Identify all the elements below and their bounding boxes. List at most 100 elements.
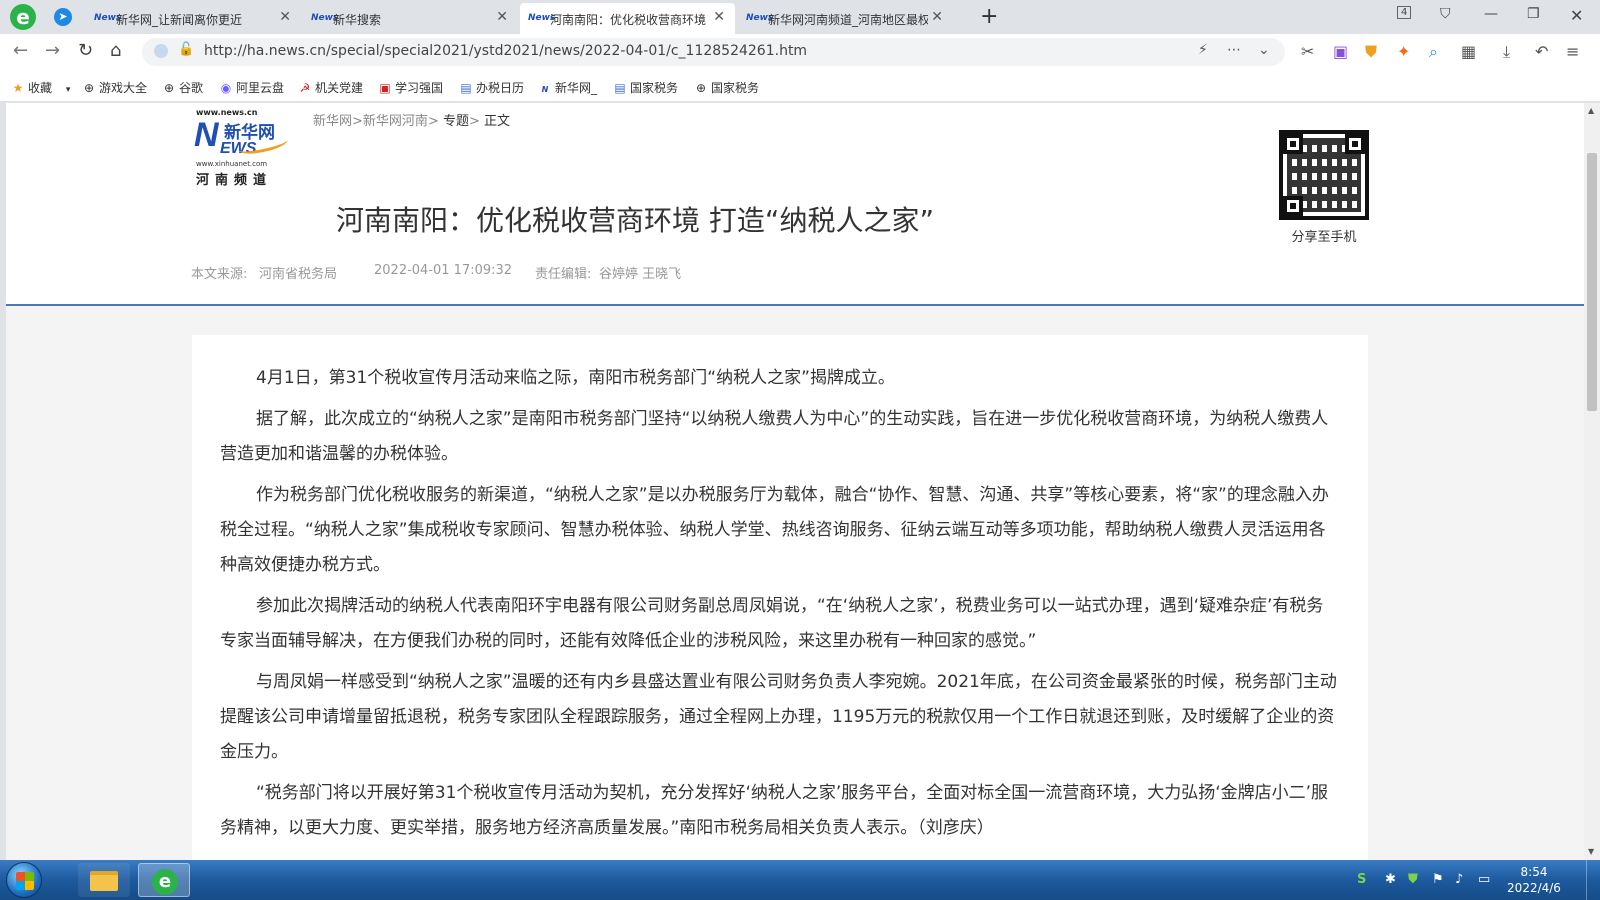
minimize-button[interactable]: —: [1484, 6, 1498, 22]
tray-shield-icon[interactable]: ⛊: [1408, 872, 1418, 887]
bookmark-tax-calendar[interactable]: ▤ 办税日历: [459, 79, 524, 96]
clock-time: 8:54: [1520, 865, 1548, 879]
bookmark-google[interactable]: ⊕ 谷歌: [162, 79, 203, 96]
bookmark-favorites[interactable]: ★ 收藏 ▾: [11, 79, 71, 96]
home-button[interactable]: ⌂: [110, 40, 121, 61]
tax-icon: ▤: [614, 81, 626, 95]
breadcrumb-separator: >: [427, 114, 439, 129]
qr-finder: [1283, 134, 1303, 154]
taskbar-explorer[interactable]: [78, 863, 130, 897]
game-icon[interactable]: ✦: [1397, 42, 1410, 61]
caret-down-icon[interactable]: ▾: [66, 85, 71, 95]
shirt-icon[interactable]: ⛉: [1440, 6, 1451, 22]
browser-logo-icon[interactable]: e: [10, 4, 36, 30]
tab-title: 河南南阳：优化税收营商环境: [550, 13, 707, 27]
qr-finder: [1283, 196, 1303, 216]
news-icon: N: [541, 85, 549, 94]
bookmark-label: 阿里云盘: [236, 81, 285, 95]
bookmark-tax-1[interactable]: ▤ 国家税务: [613, 79, 678, 96]
address-bar[interactable]: 🔓 http://ha.news.cn/special/special2021/…: [142, 38, 1285, 66]
scissors-icon[interactable]: ✂: [1301, 42, 1314, 61]
tray-volume-icon[interactable]: ♪: [1455, 872, 1463, 887]
breadcrumb-section[interactable]: 新华网河南: [363, 114, 428, 129]
tab-count-badge[interactable]: 4: [1397, 6, 1412, 19]
apps-grid-icon[interactable]: ▦: [1461, 42, 1476, 61]
browser-logo-icon: e: [152, 869, 178, 895]
globe-icon: ⊕: [695, 81, 707, 95]
show-desktop-button[interactable]: [1586, 860, 1600, 900]
bookmark-party[interactable]: ☭ 机关党建: [298, 79, 363, 96]
article-paragraph: “税务部门将以开展好第31个税收宣传月活动为契机，充分发挥好‘纳税人之家’服务平…: [220, 783, 1329, 838]
scroll-down-arrow-icon[interactable]: ▼: [1588, 847, 1594, 856]
breadcrumb-home[interactable]: 新华网: [313, 114, 352, 129]
vertical-scrollbar[interactable]: ▲ ▼: [1584, 103, 1600, 860]
breadcrumb: 新华网>新华网河南> 专题> 正文: [313, 110, 510, 129]
bookmark-aliyun[interactable]: ◉ 阿里云盘: [219, 79, 284, 96]
send-icon[interactable]: ➤: [54, 8, 72, 26]
tab-1[interactable]: News 新华网_让新闻离你更近 ✕: [86, 3, 301, 34]
tray-display-icon[interactable]: ▭: [1478, 872, 1490, 887]
folder-icon: [90, 871, 118, 891]
aliyun-icon: ◉: [220, 81, 232, 95]
tab-3-active[interactable]: News 河南南阳：优化税收营商环境 ✕: [520, 3, 735, 34]
window-close-button[interactable]: ✕: [1570, 6, 1583, 25]
reload-button[interactable]: ↻: [78, 40, 93, 61]
chevron-down-icon[interactable]: ⌄: [1258, 42, 1270, 58]
bookmark-label: 办税日历: [476, 81, 525, 95]
undo-icon[interactable]: ↶: [1535, 42, 1548, 61]
article-editors: 谷婷婷 王晓飞: [599, 267, 682, 282]
url-text[interactable]: http://ha.news.cn/special/special2021/ys…: [204, 43, 807, 59]
bookmark-xuexi[interactable]: ▣ 学习强国: [378, 79, 443, 96]
tab-title: 新华网_让新闻离你更近: [116, 13, 243, 27]
menu-icon[interactable]: ≡: [1566, 42, 1579, 61]
tray-network-flag-icon[interactable]: ⚑: [1432, 872, 1444, 887]
forward-button[interactable]: →: [45, 40, 60, 61]
web-page: www.news.cn N 新华网 EWS www.xinhuanet.com …: [6, 103, 1584, 860]
tab-title: 新华搜索: [333, 13, 382, 27]
bookmarks-bar: ★ 收藏 ▾ ⊕ 游戏大全 ⊕ 谷歌 ◉ 阿里云盘 ☭ 机关党建 ▣ 学习强国 ▤ 办税日历 …: [0, 70, 1600, 102]
search-icon[interactable]: ⌕: [1429, 42, 1438, 62]
restore-button[interactable]: ❐: [1527, 6, 1540, 22]
download-icon[interactable]: ⤓: [1503, 42, 1510, 62]
bookmark-label: 新华网_: [555, 81, 598, 95]
close-icon[interactable]: ✕: [931, 9, 943, 25]
bookmark-tax-2[interactable]: ⊕ 国家税务: [694, 79, 759, 96]
logo-letter: N: [194, 116, 219, 154]
globe-icon: ⊕: [83, 81, 95, 95]
close-icon[interactable]: ✕: [279, 9, 291, 25]
insecure-lock-icon[interactable]: 🔓: [178, 42, 194, 57]
article-body: 4月1日，第31个税收宣传月活动来临之际，南阳市税务部门“纳税人之家”揭牌成立。…: [192, 335, 1368, 860]
scroll-thumb[interactable]: [1587, 153, 1597, 411]
more-icon[interactable]: ⋯: [1227, 42, 1241, 58]
breadcrumb-separator: >: [469, 114, 480, 129]
article-source: 河南省税务局: [259, 267, 338, 282]
bookmark-label: 国家税务: [630, 81, 679, 95]
close-icon[interactable]: ✕: [496, 9, 508, 25]
bookmark-label: 国家税务: [711, 81, 760, 95]
scroll-up-arrow-icon[interactable]: ▲: [1588, 106, 1594, 115]
taskbar-browser[interactable]: e: [138, 863, 190, 897]
breadcrumb-topic[interactable]: 专题: [443, 114, 469, 129]
taskbar: e S ✱ ⛊ ⚑ ♪ ▭ 8:54 2022/4/6: [0, 860, 1600, 900]
new-tab-button[interactable]: +: [980, 4, 998, 29]
tab-title: 新华网河南频道_河南地区最权: [768, 13, 928, 27]
tab-4[interactable]: News 新华网河南频道_河南地区最权 ✕: [738, 3, 953, 34]
bookmark-label: 收藏: [28, 81, 53, 95]
site-info-icon[interactable]: [154, 44, 168, 58]
bookmark-games[interactable]: ⊕ 游戏大全: [82, 79, 147, 96]
start-button[interactable]: [6, 862, 42, 898]
logo-channel: 河南频道: [196, 173, 273, 188]
xinhua-logo[interactable]: www.news.cn N 新华网 EWS www.xinhuanet.com …: [194, 108, 294, 188]
shield-icon[interactable]: ⛊: [1365, 42, 1377, 62]
logo-url-bottom: www.xinhuanet.com: [196, 160, 268, 168]
xuexi-icon: ▣: [379, 81, 391, 95]
tray-s-icon[interactable]: S: [1357, 872, 1366, 887]
tray-input-icon[interactable]: ✱: [1385, 872, 1396, 887]
tab-2[interactable]: News 新华搜索 ✕: [303, 3, 518, 34]
system-clock[interactable]: 8:54 2022/4/6: [1500, 864, 1568, 896]
translate-icon[interactable]: ▣: [1333, 42, 1348, 61]
lightning-icon[interactable]: ⚡: [1198, 42, 1208, 58]
bookmark-xinhua[interactable]: N 新华网_: [538, 79, 597, 96]
back-button[interactable]: ←: [13, 40, 28, 61]
close-icon[interactable]: ✕: [713, 9, 725, 25]
